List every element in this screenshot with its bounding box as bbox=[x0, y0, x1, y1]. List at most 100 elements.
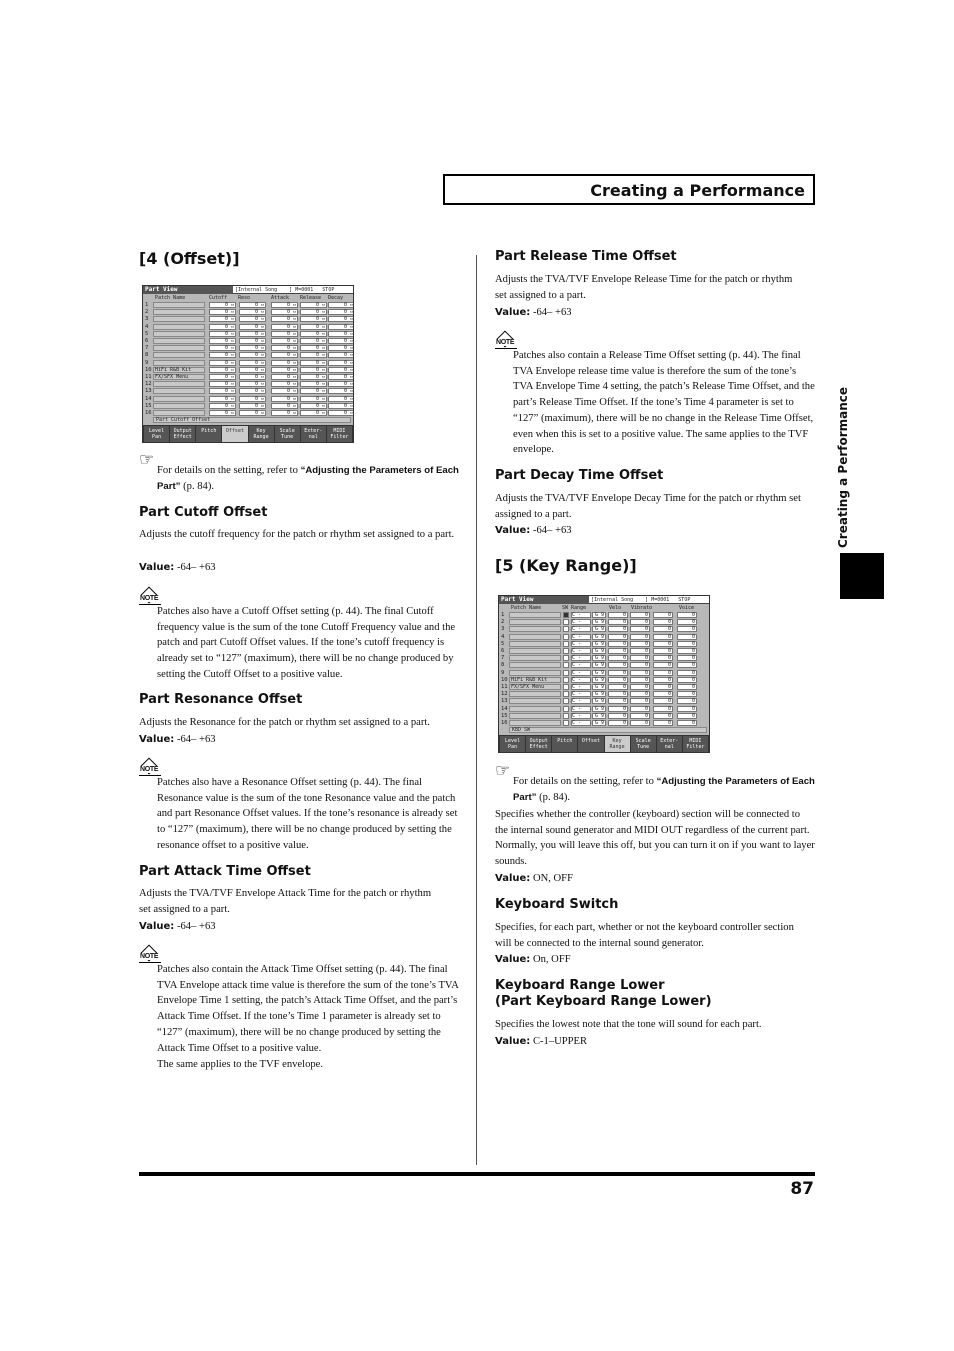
lcd-row: 80 ▭ 0 ▭ 0 ▭ 0 ▭ 0 ▭ bbox=[143, 352, 353, 359]
value-label: Value: bbox=[495, 307, 531, 318]
lcd-value-cell: 0 bbox=[608, 720, 628, 726]
part-view-key-range-screen: Part View [Internal Song ] M=0001 STOP Pat… bbox=[498, 595, 710, 753]
heading-part-resonance-offset: Part Resonance Offset bbox=[139, 692, 303, 707]
value-label: Value: bbox=[495, 525, 531, 536]
lcd-row-number: 5 bbox=[501, 640, 505, 647]
lcd-range-low: C - bbox=[571, 655, 591, 662]
lcd-patch-name bbox=[509, 691, 561, 698]
lcd-value-cell: 0 bbox=[653, 655, 673, 662]
lcd-row-number: 7 bbox=[145, 345, 149, 352]
lcd-row: 3C -G 90000 bbox=[499, 626, 709, 633]
lcd-tab-bar: Level Pan Output Effect Pitch Offset Key Ran… bbox=[143, 425, 353, 442]
lcd-range-high: G 9 bbox=[592, 655, 606, 662]
lcd-column-header: Voice bbox=[679, 605, 695, 611]
lcd-column-header: SW bbox=[562, 605, 569, 611]
lcd-range-high: G 9 bbox=[592, 684, 606, 690]
lcd-value-cell: 0 bbox=[677, 633, 697, 640]
lcd-value-cell: 0 ▭ bbox=[239, 374, 266, 380]
lcd-row-number: 12 bbox=[501, 691, 508, 698]
lcd-row: 13 0 ▭ 0 ▭ 0 ▭ 0 ▭ 0 ▭ bbox=[143, 388, 353, 395]
lcd-patch-name bbox=[153, 410, 205, 416]
lcd-tab[interactable]: Offset bbox=[222, 426, 248, 442]
lcd-tab[interactable]: Scale Tune bbox=[274, 426, 300, 442]
lcd-value-cell: 0 ▭ bbox=[271, 359, 298, 366]
lcd-value-cell: 0 ▭ bbox=[300, 338, 327, 344]
lcd-value-cell: 0 bbox=[677, 698, 697, 705]
lcd-tab[interactable]: Key Range bbox=[248, 426, 274, 442]
lcd-patch-name bbox=[153, 359, 205, 366]
lcd-value-cell: 0 ▭ bbox=[328, 302, 353, 308]
lcd-row: 12 C -G 90000 bbox=[499, 691, 709, 698]
lcd-value-cell: 0 ▭ bbox=[271, 402, 298, 409]
lcd-value-cell: 0 ▭ bbox=[209, 345, 236, 352]
lcd-value-cell: 0 ▭ bbox=[328, 402, 353, 409]
lcd-sw-cell bbox=[563, 698, 569, 705]
value-label: Value: bbox=[139, 921, 175, 932]
lcd-value-cell: 0 ▭ bbox=[209, 352, 236, 359]
lcd-tab[interactable]: Pitch bbox=[552, 736, 578, 752]
lcd-patch-name bbox=[153, 309, 205, 316]
lcd-tab[interactable]: Output Effect bbox=[526, 736, 552, 752]
lcd-range-low: C - bbox=[571, 648, 591, 654]
lcd-value-cell: 0 bbox=[677, 705, 697, 712]
description: Adjusts the TVA/TVF Envelope Attack Time… bbox=[139, 888, 432, 915]
lcd-range-high: G 9 bbox=[592, 662, 606, 669]
lcd-row-number: 11 bbox=[501, 684, 508, 690]
lcd-row-number: 1 bbox=[145, 302, 149, 308]
column-divider bbox=[476, 255, 477, 1165]
lcd-tab[interactable]: Exter- nal bbox=[300, 426, 326, 442]
lcd-value-cell: 0 bbox=[653, 640, 673, 647]
lcd-range-high: G 9 bbox=[592, 633, 606, 640]
heading-keyboard-range-lower: Keyboard Range Lower (Part Keyboard Range… bbox=[495, 978, 712, 1010]
lcd-sw-cell bbox=[563, 691, 569, 698]
lcd-value-cell: 0 bbox=[677, 684, 697, 690]
footer-rule bbox=[139, 1172, 815, 1176]
lcd-value-cell: 0 bbox=[677, 648, 697, 654]
lcd-tab[interactable]: Offset bbox=[578, 736, 604, 752]
lcd-row-number: 8 bbox=[145, 352, 149, 359]
lcd-range-high: G 9 bbox=[592, 691, 606, 698]
lcd-value-cell: 0 ▭ bbox=[209, 410, 236, 416]
reference-hand-icon: ☞ bbox=[139, 450, 155, 469]
lcd-value-cell: 0 ▭ bbox=[271, 410, 298, 416]
lcd-value-cell: 0 bbox=[630, 705, 650, 712]
lcd-row: 1C -G 90000 bbox=[499, 612, 709, 619]
lcd-value-cell: 0 bbox=[608, 648, 628, 654]
lcd-sw-cell bbox=[563, 648, 569, 654]
lcd-value-cell: 0 bbox=[653, 626, 673, 633]
lcd-patch-name bbox=[509, 619, 561, 626]
lcd-range-low: C - bbox=[571, 626, 591, 633]
lcd-tab[interactable]: Output Effect bbox=[170, 426, 196, 442]
reference-text: For details on the setting, refer to “Ad… bbox=[157, 463, 459, 494]
lcd-row-number: 6 bbox=[501, 648, 505, 654]
lcd-value-cell: 0 ▭ bbox=[328, 330, 353, 337]
lcd-tab[interactable]: Pitch bbox=[196, 426, 222, 442]
lcd-row: 16 0 ▭ 0 ▭ 0 ▭ 0 ▭ 0 ▭ bbox=[143, 410, 353, 417]
reference-hand-icon: ☞ bbox=[495, 761, 511, 780]
lcd-value-cell: 0 ▭ bbox=[300, 330, 327, 337]
lcd-tab[interactable]: Exter- nal bbox=[656, 736, 682, 752]
lcd-range-high: G 9 bbox=[592, 626, 606, 633]
lcd-value-cell: 0 bbox=[677, 626, 697, 633]
lcd-tab[interactable]: Key Range bbox=[604, 736, 630, 752]
lcd-tab[interactable]: Level Pan bbox=[500, 736, 526, 752]
lcd-sw-cell bbox=[563, 662, 569, 669]
lcd-patch-name bbox=[509, 633, 561, 640]
lcd-tab[interactable]: MIDI Filter bbox=[682, 736, 708, 752]
lcd-patch-name bbox=[509, 705, 561, 712]
lcd-value-cell: 0 bbox=[630, 712, 650, 719]
lcd-value-cell: 0 ▭ bbox=[271, 395, 298, 402]
lcd-value-cell: 0 bbox=[608, 712, 628, 719]
note-label: NOTE bbox=[140, 595, 159, 602]
lcd-range-high: G 9 bbox=[592, 640, 606, 647]
lcd-tab[interactable]: MIDI Filter bbox=[326, 426, 352, 442]
lcd-tab[interactable]: Scale Tune bbox=[630, 736, 656, 752]
lcd-row: 11 FX/SFX Menu C -G 90000 bbox=[499, 684, 709, 691]
lcd-row-number: 15 bbox=[501, 712, 508, 719]
lcd-row-number: 8 bbox=[501, 662, 505, 669]
lcd-tab[interactable]: Level Pan bbox=[144, 426, 170, 442]
lcd-value-cell: 0 ▭ bbox=[300, 388, 327, 395]
lcd-value-cell: 0 ▭ bbox=[328, 309, 353, 316]
lcd-column-header: Cutoff bbox=[209, 295, 228, 301]
lcd-value-cell: 0 bbox=[630, 676, 650, 683]
